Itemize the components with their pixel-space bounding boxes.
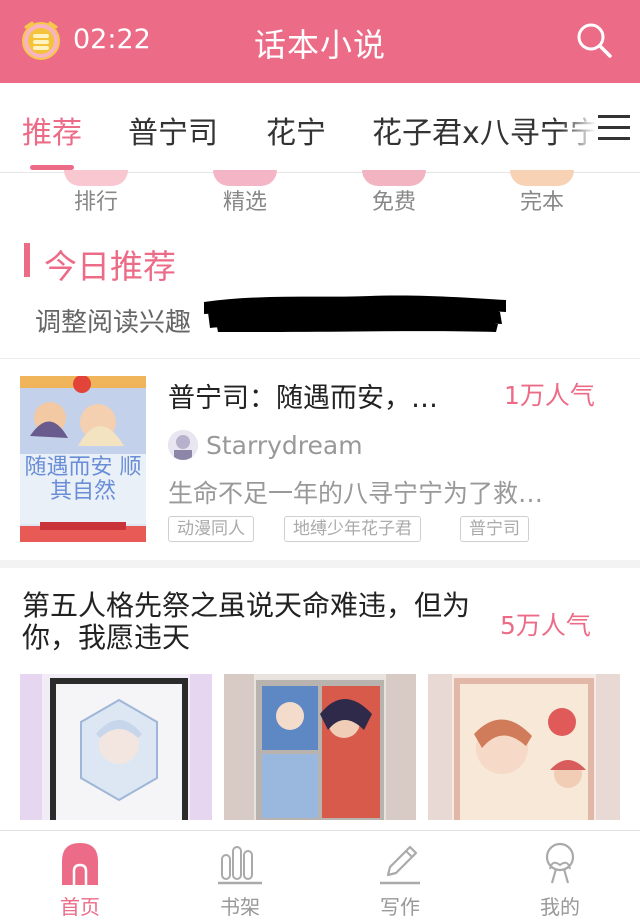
nav-write[interactable]: 写作	[340, 831, 460, 920]
menu-icon[interactable]	[596, 111, 632, 145]
app-title: 话本小说	[253, 26, 386, 64]
bookshelf-icon	[218, 846, 262, 885]
top-app-bar: 02:22 话本小说	[0, 0, 640, 83]
pencil-icon	[380, 845, 420, 885]
book-image[interactable]	[20, 674, 212, 820]
tag[interactable]: 普宁司	[460, 516, 529, 542]
redaction-scribble	[204, 295, 506, 332]
popularity-count: 1万人气	[504, 381, 595, 410]
nav-profile[interactable]: 我的	[500, 831, 620, 920]
author-name[interactable]: Starrydream	[206, 431, 363, 460]
nav-home[interactable]: 首页	[20, 831, 140, 920]
book-description: 生命不足一年的八寻宁宁为了救…	[168, 479, 544, 508]
category-label: 免费	[371, 190, 416, 215]
search-icon[interactable]	[574, 20, 614, 60]
tag[interactable]: 地缚少年花子君	[284, 516, 421, 542]
nav-label: 书架	[220, 895, 260, 919]
tag[interactable]: 动漫同人	[168, 516, 254, 542]
tab-puningsi[interactable]: 普宁司	[128, 108, 218, 152]
section-title: 今日推荐	[44, 247, 176, 286]
section-separator	[0, 560, 640, 568]
cover-title-text: 随遇而安 顺其自然	[24, 455, 142, 504]
category-label: 完本	[519, 190, 564, 215]
bottom-navigation: 首页 书架 写作 我的	[0, 830, 640, 920]
book-image[interactable]	[428, 674, 620, 820]
tab-huaning[interactable]: 花宁	[266, 108, 326, 152]
book-title[interactable]: 第五人格先祭之虽说天命难违，但为你，我愿违天	[22, 590, 482, 654]
category-label: 排行	[73, 190, 118, 215]
divider	[0, 358, 640, 359]
category-tab-bar: 推荐 普宁司 花宁 花子君x八寻宁宁	[0, 83, 640, 173]
section-marker	[24, 243, 30, 277]
nav-label: 首页	[60, 895, 100, 919]
nav-bookshelf[interactable]: 书架	[180, 831, 300, 920]
tab-recommend[interactable]: 推荐	[22, 108, 82, 152]
adjust-interest-link[interactable]: 调整阅读兴趣	[35, 302, 191, 339]
book-title[interactable]: 普宁司：随遇而安，…	[168, 376, 438, 415]
category-label: 精选	[222, 190, 267, 215]
profile-icon	[545, 842, 575, 884]
book-image[interactable]	[224, 674, 416, 820]
home-icon	[62, 843, 98, 885]
nav-label: 写作	[380, 895, 420, 919]
book-cover-image[interactable]: 随遇而安 顺其自然	[20, 376, 146, 542]
avatar[interactable]	[168, 430, 198, 460]
tabs-fade	[560, 83, 596, 171]
popularity-count: 5万人气	[500, 611, 591, 640]
nav-label: 我的	[540, 895, 580, 919]
